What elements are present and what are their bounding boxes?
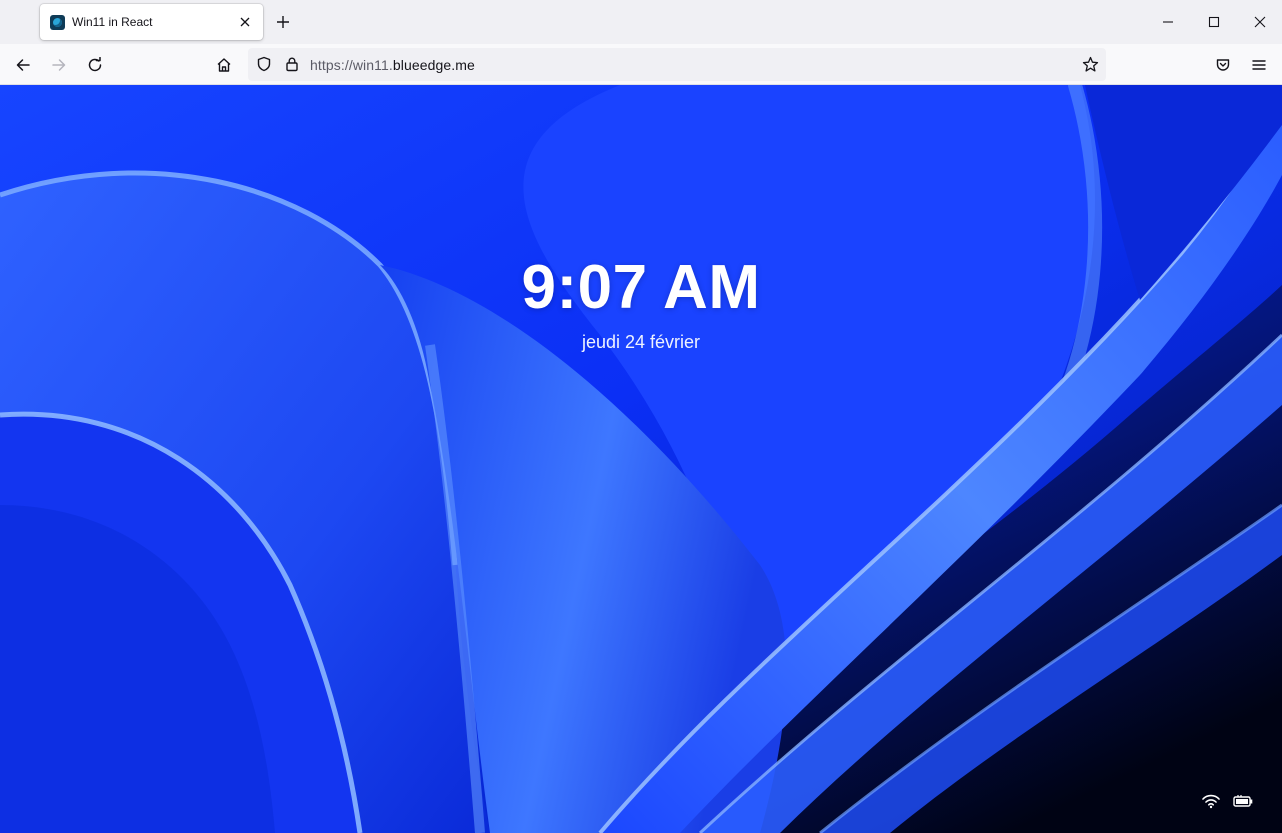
arrow-right-icon xyxy=(52,59,66,71)
bookmark-button[interactable] xyxy=(1078,52,1102,76)
tracking-protection-button[interactable] xyxy=(252,52,276,76)
back-button[interactable] xyxy=(11,53,35,77)
home-icon xyxy=(217,58,231,72)
lock-date: jeudi 24 février xyxy=(581,332,701,352)
tab-title: Win11 in React xyxy=(72,15,153,29)
address-bar[interactable]: https://win11.blueedge.me xyxy=(248,48,1106,81)
shield-icon xyxy=(257,56,271,72)
maximize-icon xyxy=(1208,16,1220,28)
pocket-icon xyxy=(1216,59,1230,71)
maximize-button[interactable] xyxy=(1202,10,1226,34)
window-close-button[interactable] xyxy=(1248,10,1272,34)
reload-icon xyxy=(88,57,102,72)
navigation-toolbar: https://win11.blueedge.me xyxy=(0,44,1282,85)
wifi-icon[interactable] xyxy=(1201,793,1221,809)
arrow-left-icon xyxy=(16,59,30,71)
menu-icon xyxy=(1252,60,1266,70)
app-menu-button[interactable] xyxy=(1247,53,1271,77)
reload-button[interactable] xyxy=(83,53,107,77)
new-tab-button[interactable] xyxy=(273,12,293,32)
site-security-button[interactable] xyxy=(280,52,304,76)
browser-tab[interactable]: Win11 in React xyxy=(40,4,263,40)
tab-close-button[interactable] xyxy=(236,13,254,31)
close-icon xyxy=(1254,16,1266,28)
react-app-icon xyxy=(50,15,65,30)
home-button[interactable] xyxy=(212,53,236,77)
tab-bar: Win11 in React xyxy=(0,0,1282,44)
close-icon xyxy=(240,17,250,27)
lock-screen[interactable]: 9:07 AM jeudi 24 février xyxy=(0,85,1282,833)
lock-icon xyxy=(286,57,298,72)
lock-time: 9:07 AM xyxy=(521,253,761,322)
star-icon xyxy=(1082,56,1098,72)
forward-button[interactable] xyxy=(47,53,71,77)
minimize-button[interactable] xyxy=(1156,10,1180,34)
minimize-icon xyxy=(1163,21,1173,23)
plus-icon xyxy=(277,16,289,28)
url-text[interactable]: https://win11.blueedge.me xyxy=(310,57,475,73)
battery-icon[interactable] xyxy=(1233,794,1253,808)
pocket-button[interactable] xyxy=(1211,53,1235,77)
wallpaper-bloom xyxy=(0,85,1282,833)
